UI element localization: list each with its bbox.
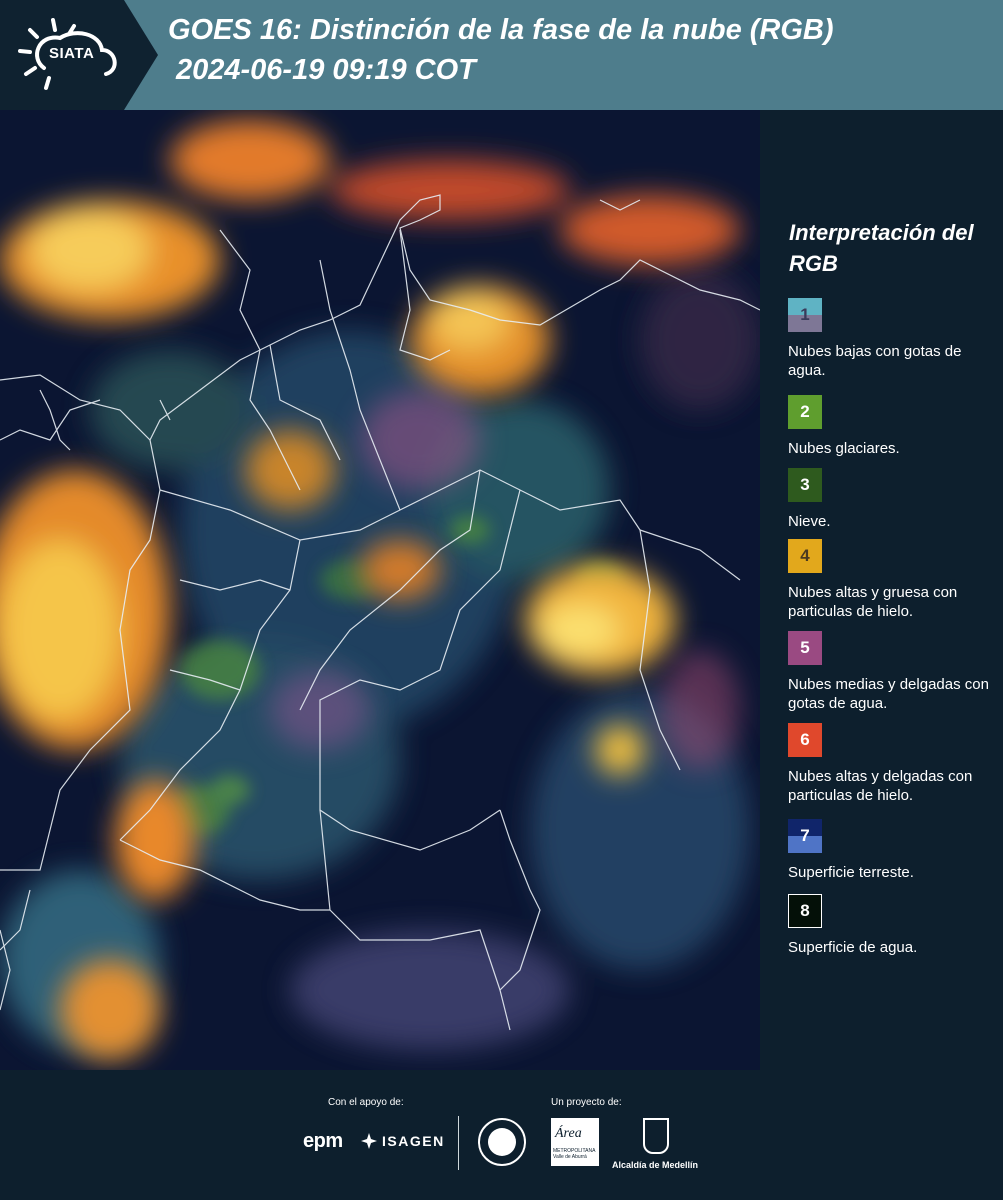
legend-item-5: 5 Nubes medias y delgadas con gotas de a… — [788, 631, 998, 713]
legend-swatch-8: 8 — [788, 894, 822, 928]
legend-label: Nubes bajas con gotas de agua. — [788, 343, 962, 379]
legend-number: 7 — [800, 826, 810, 845]
legend-number: 8 — [800, 901, 810, 920]
legend-label: Nieve. — [788, 513, 831, 530]
legend-swatch-1: 1 — [788, 298, 822, 332]
legend-swatch-7: 7 — [788, 819, 822, 853]
legend-swatch-6: 6 — [788, 723, 822, 757]
legend-item-7: 7 Superficie terreste. — [788, 819, 998, 882]
legend-label: Nubes glaciares. — [788, 440, 900, 457]
legend-number: 4 — [800, 546, 810, 565]
legend-swatch-4: 4 — [788, 539, 822, 573]
legend-number: 5 — [800, 638, 810, 657]
alcaldia-label: Alcaldía de Medellín — [612, 1160, 699, 1170]
isagen-star-icon — [361, 1133, 377, 1149]
legend-number: 2 — [800, 402, 810, 421]
legend-item-6: 6 Nubes altas y delgadas con particulas … — [788, 723, 998, 805]
header-bar: SIATA GOES 16: Distinción de la fase de … — [0, 0, 1003, 110]
legend-item-4: 4 Nubes altas y gruesa con particulas de… — [788, 539, 998, 621]
legend-panel: Interpretación del RGB 1 Nubes bajas con… — [760, 110, 1003, 1070]
legend-number: 3 — [800, 475, 810, 494]
legend-label: Nubes medias y delgadas con gotas de agu… — [788, 676, 989, 712]
project-label: Un proyecto de: — [551, 1097, 622, 1108]
legend-label: Nubes altas y gruesa con particulas de h… — [788, 584, 958, 620]
epm-logo: epm — [303, 1130, 343, 1152]
logo-block: SIATA — [0, 0, 158, 110]
legend-title: Interpretación del RGB — [789, 220, 974, 276]
page-title: GOES 16: Distinción de la fase de la nub… — [168, 14, 834, 46]
legend-number: 6 — [800, 730, 810, 749]
footer: Con el apoyo de: Un proyecto de: epm ISA… — [0, 1070, 1003, 1200]
legend-item-8: 8 Superficie de agua. — [788, 894, 998, 957]
legend-label: Superficie de agua. — [788, 939, 918, 956]
footer-divider — [458, 1116, 459, 1170]
legend-swatch-2: 2 — [788, 395, 822, 429]
legend-swatch-3: 3 — [788, 468, 822, 502]
alcaldia-shield-icon — [643, 1118, 669, 1154]
university-seal-icon — [478, 1118, 526, 1166]
legend-number: 1 — [800, 305, 810, 324]
legend-item-3: 3 Nieve. — [788, 468, 998, 531]
support-label: Con el apoyo de: — [328, 1097, 404, 1108]
area-metropolitana-logo: Área METROPOLITANA Valle de Aburrá — [551, 1118, 599, 1166]
legend-label: Superficie terreste. — [788, 864, 914, 881]
legend-swatch-5: 5 — [788, 631, 822, 665]
legend-item-2: 2 Nubes glaciares. — [788, 395, 998, 458]
page-datetime: 2024-06-19 09:19 COT — [176, 54, 476, 86]
isagen-logo: ISAGEN — [382, 1133, 445, 1149]
satellite-image — [0, 110, 760, 1070]
logo-text: SIATA — [49, 45, 95, 62]
legend-label: Nubes altas y delgadas con particulas de… — [788, 768, 973, 804]
legend-item-1: 1 Nubes bajas con gotas de agua. — [788, 298, 998, 380]
